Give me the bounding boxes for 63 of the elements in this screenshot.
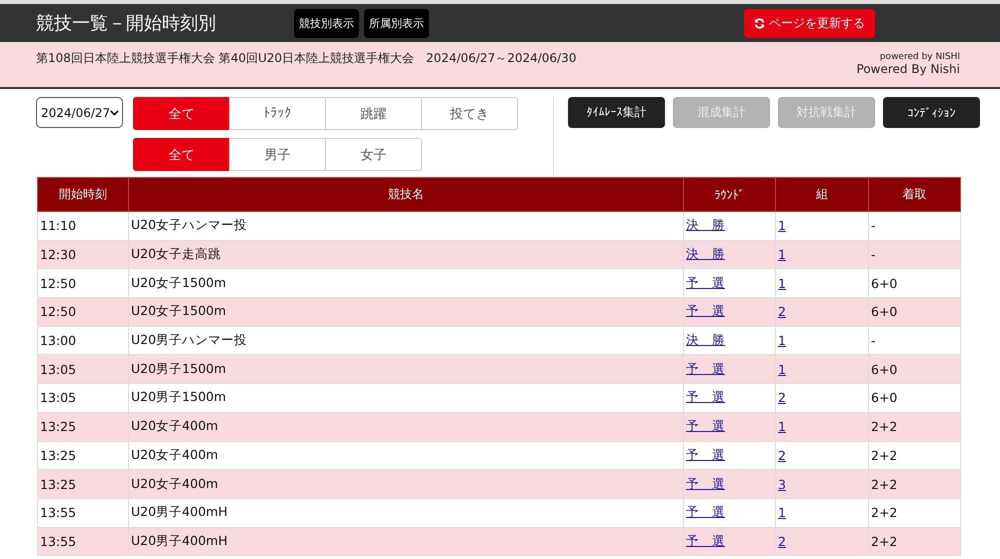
- heat-link[interactable]: 1: [778, 333, 786, 348]
- date-select[interactable]: 2024/06/27: [36, 97, 123, 128]
- table-cell: -: [868, 240, 960, 269]
- table-cell: U20女子ハンマー投: [128, 212, 684, 240]
- table-cell: 2+2: [868, 498, 960, 528]
- page-title: 競技一覧－開始時刻別: [36, 12, 217, 35]
- type-filter-tab[interactable]: 跳躍: [325, 97, 422, 130]
- gender-filter-tab[interactable]: 女子: [325, 138, 422, 171]
- gender-filter-tab[interactable]: 全て: [133, 138, 230, 171]
- table-cell: 12:50: [38, 298, 128, 326]
- type-filter-tab[interactable]: 投てき: [421, 97, 518, 130]
- table-cell: U20男子1500m: [128, 384, 684, 412]
- table-cell: 13:05: [38, 384, 128, 412]
- table-cell: 6+0: [868, 384, 960, 412]
- view-button[interactable]: 所属別表示: [364, 8, 429, 38]
- table-cell: 13:55: [38, 498, 128, 528]
- table-cell: 13:25: [38, 412, 128, 441]
- table-cell: 13:55: [38, 527, 128, 556]
- meet-title: 第108回日本陸上競技選手権大会 第40回U20日本陸上競技選手権大会 2024/06/27～2024/06/30: [36, 50, 576, 67]
- table-cell: U20女子400m: [128, 412, 684, 441]
- table-cell: 2+2: [868, 412, 960, 441]
- heat-link[interactable]: 1: [778, 362, 786, 377]
- heat-link[interactable]: 1: [778, 247, 786, 262]
- table-cell: U20男子1500m: [128, 354, 684, 384]
- heat-link[interactable]: 2: [778, 304, 786, 320]
- column-header: ﾗｳﾝﾄﾞ: [684, 178, 776, 212]
- table-cell: U20男子400mH: [128, 498, 684, 528]
- credit-text: Powered By Nishi: [856, 62, 960, 76]
- view-button[interactable]: 競技別表示: [294, 8, 359, 38]
- heat-link[interactable]: 1: [778, 419, 786, 434]
- table-cell: U20女子走高跳: [128, 240, 684, 269]
- heat-link[interactable]: 1: [778, 276, 786, 291]
- heat-link[interactable]: 1: [778, 218, 786, 234]
- table-cell: U20女子1500m: [128, 298, 684, 326]
- refresh-button[interactable]: ページを更新する: [744, 8, 875, 38]
- credit-text: powered by NISHI: [880, 52, 960, 62]
- chevron-down-icon: [110, 108, 119, 116]
- refresh-icon: [754, 18, 765, 28]
- column-header: 競技名: [128, 178, 684, 212]
- column-header: 着取: [868, 178, 960, 212]
- type-filter-tab[interactable]: ﾄﾗｯｸ: [229, 97, 326, 130]
- table-cell: 12:30: [38, 240, 128, 269]
- table-cell: U20女子400m: [128, 470, 684, 498]
- summary-button[interactable]: ｺﾝﾃﾞｨｼｮﾝ: [883, 97, 980, 128]
- column-header: 開始時刻: [38, 178, 128, 212]
- table-cell: 6+0: [868, 298, 960, 326]
- summary-button[interactable]: ﾀｲﾑﾚｰｽ集計: [568, 97, 665, 128]
- heat-link[interactable]: 2: [778, 390, 786, 406]
- heat-link[interactable]: 2: [778, 448, 786, 463]
- table-cell: 13:25: [38, 470, 128, 498]
- table-cell: -: [868, 212, 960, 240]
- table-cell: U20男子400mH: [128, 527, 684, 556]
- table-cell: 13:05: [38, 354, 128, 384]
- table-cell: 11:10: [38, 212, 128, 240]
- table-cell: 2+2: [868, 527, 960, 556]
- heat-link[interactable]: 3: [778, 476, 786, 492]
- gender-filter-tab[interactable]: 男子: [229, 138, 326, 171]
- column-header: 組: [776, 178, 868, 212]
- table-cell: 2+2: [868, 470, 960, 498]
- table-cell: 6+0: [868, 354, 960, 384]
- heat-link[interactable]: 2: [778, 534, 786, 549]
- heat-link[interactable]: 1: [778, 505, 786, 520]
- type-filter-tab[interactable]: 全て: [133, 97, 230, 130]
